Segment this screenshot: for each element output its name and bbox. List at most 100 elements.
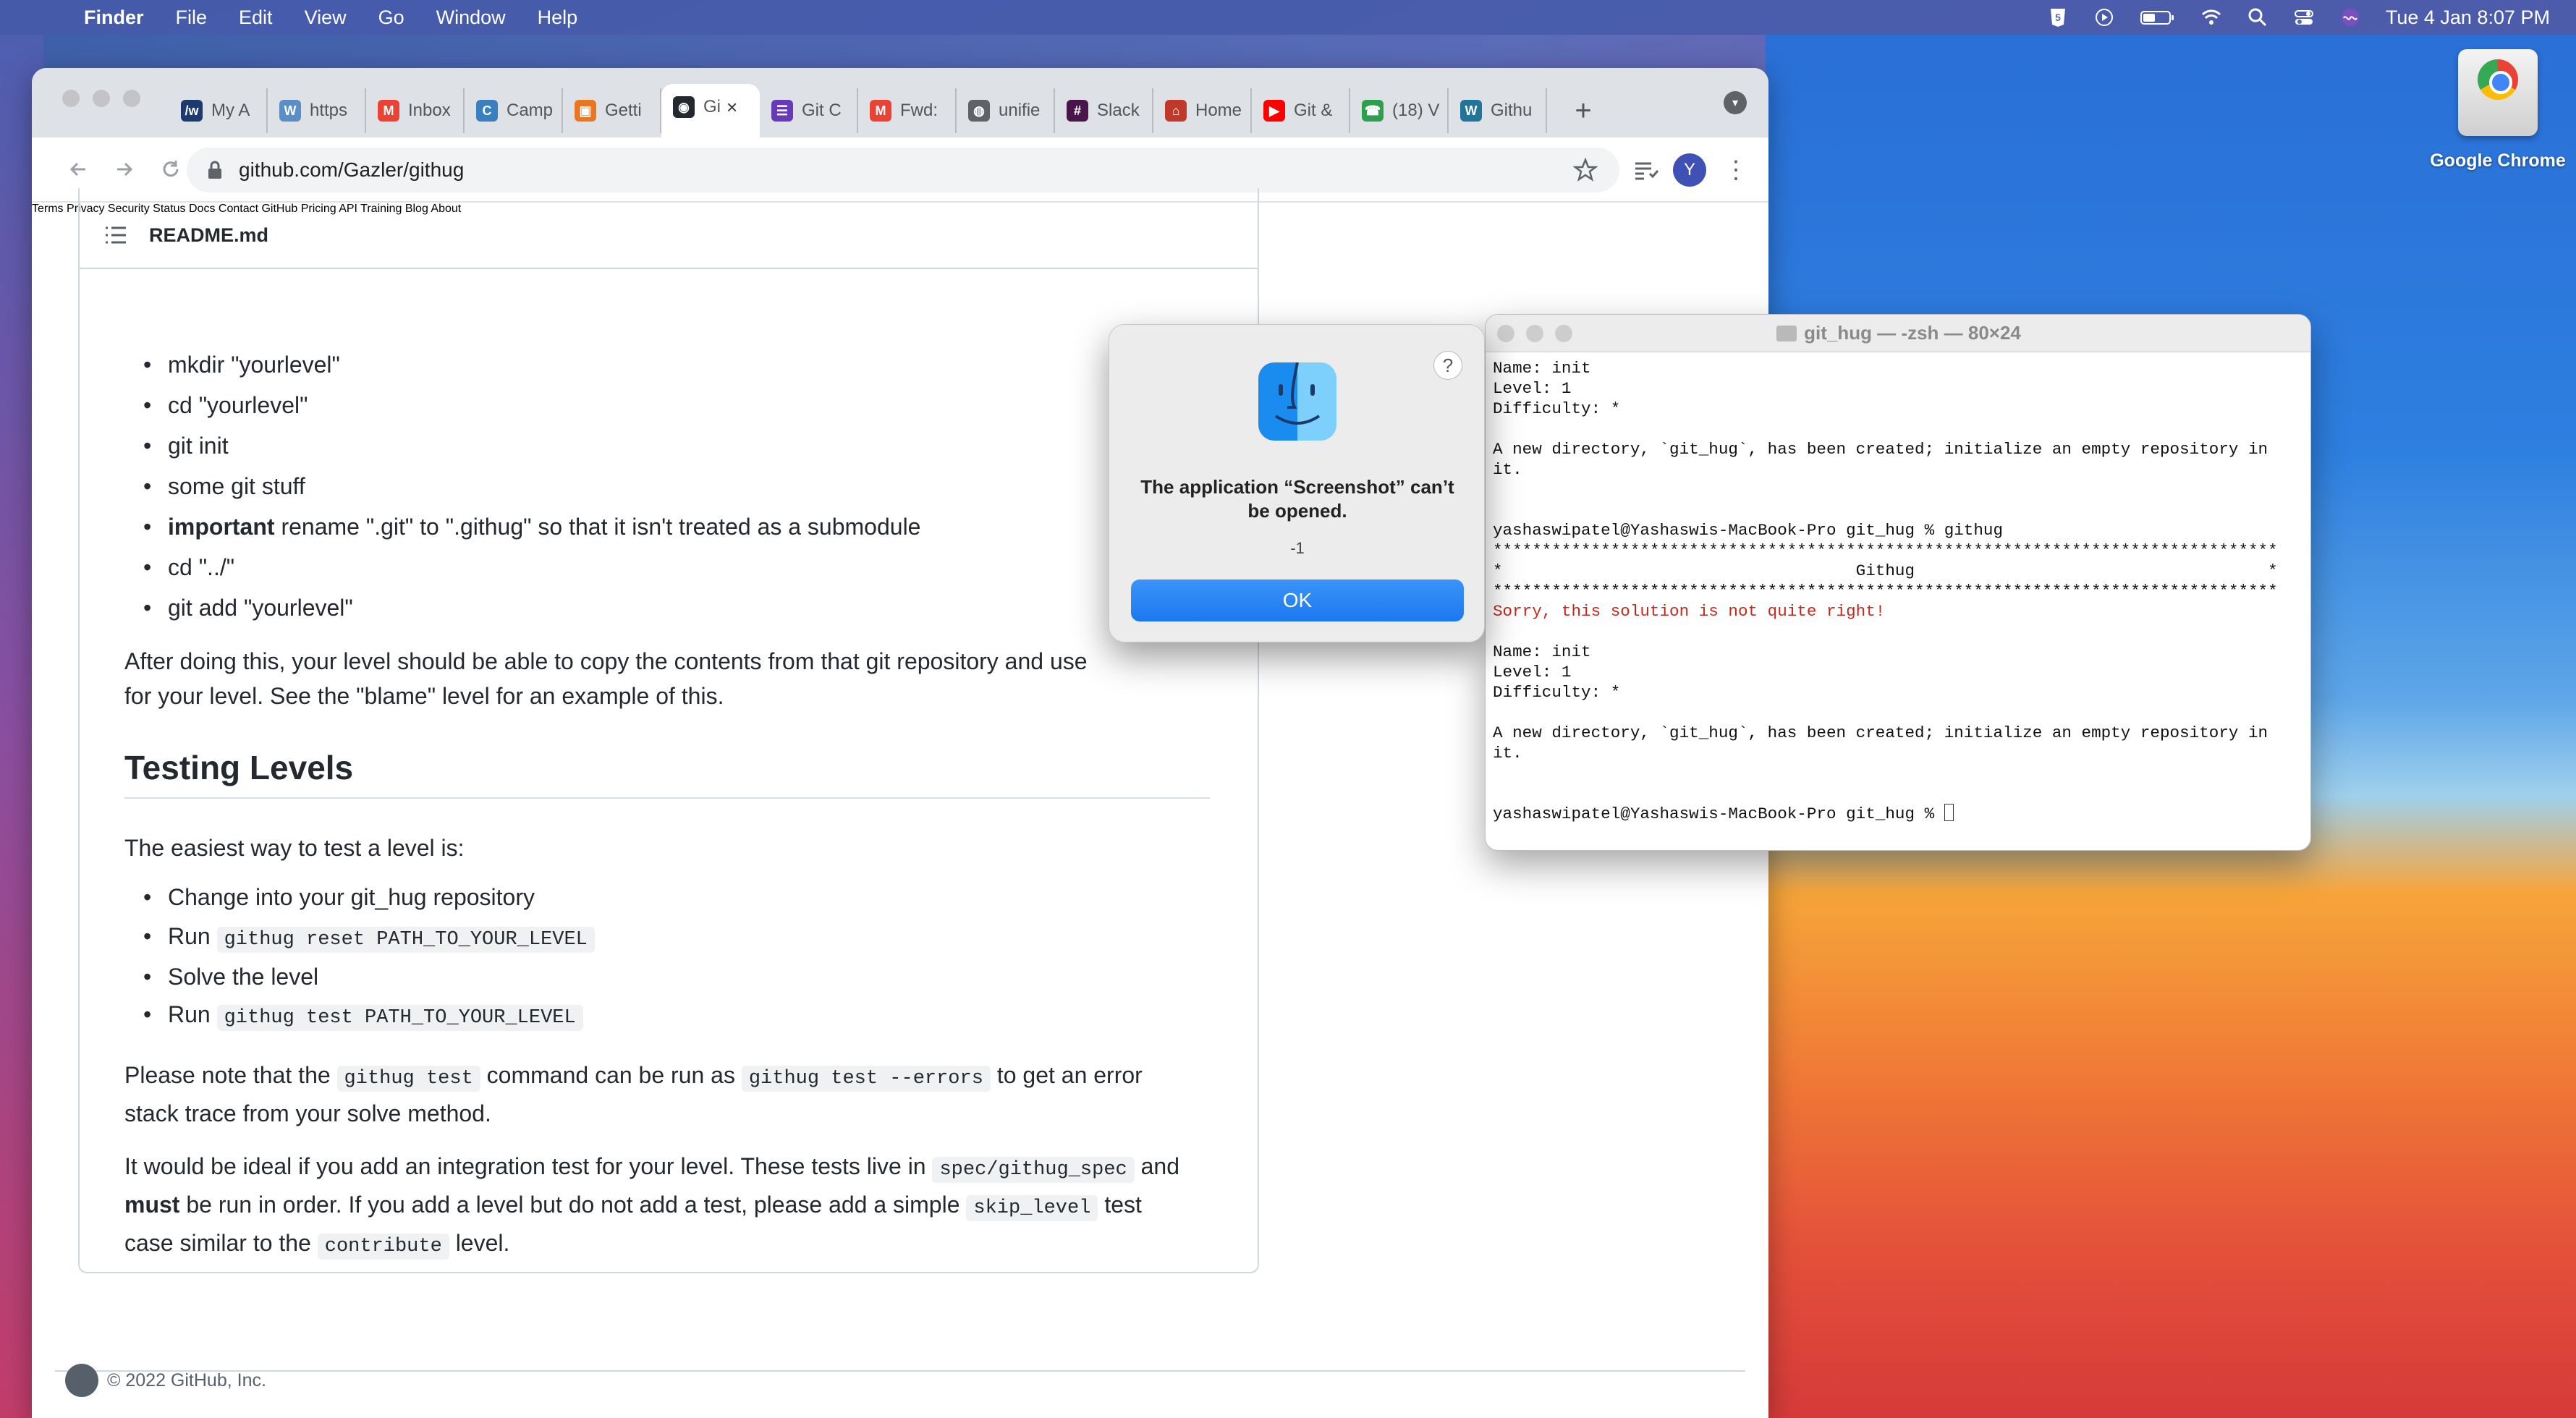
terminal-line: yashaswipatel@Yashaswis-MacBook-Pro git_…: [1493, 804, 2308, 824]
terminal-line: Difficulty: *: [1493, 399, 2308, 419]
terminal-line: A new directory, `git_hug`, has been cre…: [1493, 439, 2308, 459]
bookmark-star-icon[interactable]: [1573, 158, 1598, 182]
kebab-menu-icon[interactable]: ⋮: [1724, 153, 1748, 187]
terminal-text: ****************************************…: [1493, 582, 2278, 600]
menu-view[interactable]: View: [305, 7, 347, 29]
drive-icon: [2458, 49, 2538, 136]
minimize-window-button[interactable]: [1526, 325, 1543, 342]
profile-avatar[interactable]: Y: [1673, 153, 1706, 187]
terminal-line: ****************************************…: [1493, 581, 2308, 601]
browser-tab[interactable]: ▶ Git &: [1252, 88, 1350, 133]
browser-tab[interactable]: Whttps: [268, 88, 366, 133]
back-icon[interactable]: [62, 153, 94, 185]
new-tab-button[interactable]: +: [1562, 88, 1605, 133]
text: to get an error: [990, 1062, 1143, 1088]
url-text[interactable]: github.com/Gazler/githug: [239, 158, 464, 182]
list-item-text: Run: [168, 923, 217, 949]
terminal-line: Level: 1: [1493, 662, 2308, 682]
menu-edit[interactable]: Edit: [239, 7, 273, 29]
paragraph-line: After doing this, your level should be a…: [124, 648, 1088, 674]
terminal-title: git_hug — -zsh — 80×24: [1804, 322, 2021, 344]
lock-icon[interactable]: [207, 160, 223, 180]
close-window-button[interactable]: [62, 90, 80, 107]
alert-title: The application “Screenshot” can’t be op…: [1140, 476, 1454, 522]
list-item: mkdir "yourlevel": [143, 352, 340, 378]
terminal-text: ****************************************…: [1493, 541, 2278, 560]
browser-tab[interactable]: C Camp: [465, 88, 563, 133]
tab-label: Camp: [507, 101, 554, 120]
github-logo-icon[interactable]: [65, 1364, 98, 1397]
html5-status-icon[interactable]: 5: [2047, 7, 2069, 28]
inline-code: githug test --errors: [741, 1066, 991, 1092]
browser-tab[interactable]: ☰ Git C: [760, 88, 858, 133]
menubar-clock[interactable]: Tue 4 Jan 8:07 PM: [2386, 7, 2550, 29]
note-paragraph: Please note that the githug test command…: [124, 1058, 1232, 1131]
browser-tab[interactable]: M Fwd:: [858, 88, 957, 133]
outline-list-icon[interactable]: [104, 225, 127, 245]
browser-tab[interactable]: # Slack: [1055, 88, 1153, 133]
close-window-button[interactable]: [1497, 325, 1514, 342]
terminal-text: yashaswipatel@Yashaswis-MacBook-Pro git_…: [1493, 521, 2004, 540]
menu-help[interactable]: Help: [538, 7, 578, 29]
maximize-window-button[interactable]: [123, 90, 140, 107]
spotlight-search-icon[interactable]: [2247, 7, 2268, 28]
forward-icon[interactable]: [109, 153, 140, 185]
terminal-line: A new directory, `git_hug`, has been cre…: [1493, 723, 2308, 743]
reading-list-icon[interactable]: [1628, 153, 1664, 187]
wifi-icon[interactable]: [2200, 7, 2222, 28]
browser-tab[interactable]: W Githu: [1449, 88, 1547, 133]
github-icon: ◉: [673, 96, 695, 118]
desktop-google-chrome-icon[interactable]: Google Chrome: [2425, 49, 2570, 179]
list-item: cd "../": [143, 554, 234, 581]
list-item: Run githug reset PATH_TO_YOUR_LEVEL: [143, 923, 595, 953]
battery-icon[interactable]: [2140, 7, 2176, 28]
browser-tab[interactable]: ◉ Gi ×: [661, 84, 760, 137]
terminal-titlebar[interactable]: git_hug — -zsh — 80×24: [1486, 315, 2310, 352]
siri-icon[interactable]: [2339, 7, 2361, 28]
copyright: © 2022 GitHub, Inc.: [107, 1370, 266, 1391]
minimize-window-button[interactable]: [93, 90, 110, 107]
important-label: important: [168, 514, 275, 540]
browser-tab[interactable]: ☎ (18) V: [1350, 88, 1449, 133]
folder-icon: [1776, 325, 1797, 341]
apple-menu-icon[interactable]: [29, 5, 51, 30]
terminal-line: it.: [1493, 459, 2308, 480]
tab-search-icon[interactable]: ▾: [1724, 91, 1747, 114]
menu-go[interactable]: Go: [378, 7, 404, 29]
error-alert-dialog: ? The application “Screenshot” can’t be …: [1109, 324, 1485, 642]
browser-tab[interactable]: M Inbox: [366, 88, 465, 133]
help-button[interactable]: ?: [1433, 351, 1462, 380]
play-status-icon[interactable]: [2093, 7, 2115, 28]
control-center-icon[interactable]: [2293, 7, 2315, 28]
text: and: [1134, 1153, 1180, 1179]
terminal-cursor: [1944, 804, 1954, 821]
browser-tab[interactable]: ▣ Getti: [563, 88, 661, 133]
menu-file[interactable]: File: [176, 7, 208, 29]
terminal-output[interactable]: Name: init Level: 1 Difficulty: * A new dir…: [1493, 358, 2308, 824]
ok-button[interactable]: OK: [1131, 579, 1464, 621]
close-tab-icon[interactable]: ×: [726, 96, 737, 119]
browser-tab[interactable]: /w My A: [169, 88, 268, 133]
address-bar[interactable]: github.com/Gazler/githug: [187, 148, 1619, 192]
menu-window[interactable]: Window: [436, 7, 506, 29]
text: command can be run as: [480, 1062, 742, 1088]
text: case similar to the: [124, 1230, 318, 1256]
terminal-text: Name: init: [1493, 359, 1591, 378]
form-icon: ☰: [771, 100, 793, 122]
browser-tab[interactable]: ⌂ Home: [1153, 88, 1252, 133]
maximize-window-button[interactable]: [1555, 325, 1572, 342]
readme-filename: README.md: [149, 224, 269, 246]
tab-label: Git &: [1294, 101, 1333, 120]
terminal-text: Difficulty: *: [1493, 683, 1621, 702]
readme-header: README.md: [80, 203, 1258, 269]
aw-icon: /w: [181, 100, 203, 122]
browser-tab[interactable]: ◍ unifie: [957, 88, 1055, 133]
menu-app-name[interactable]: Finder: [84, 7, 144, 29]
reload-icon[interactable]: [155, 153, 187, 185]
footer-link-terms[interactable]: Terms: [32, 203, 64, 215]
